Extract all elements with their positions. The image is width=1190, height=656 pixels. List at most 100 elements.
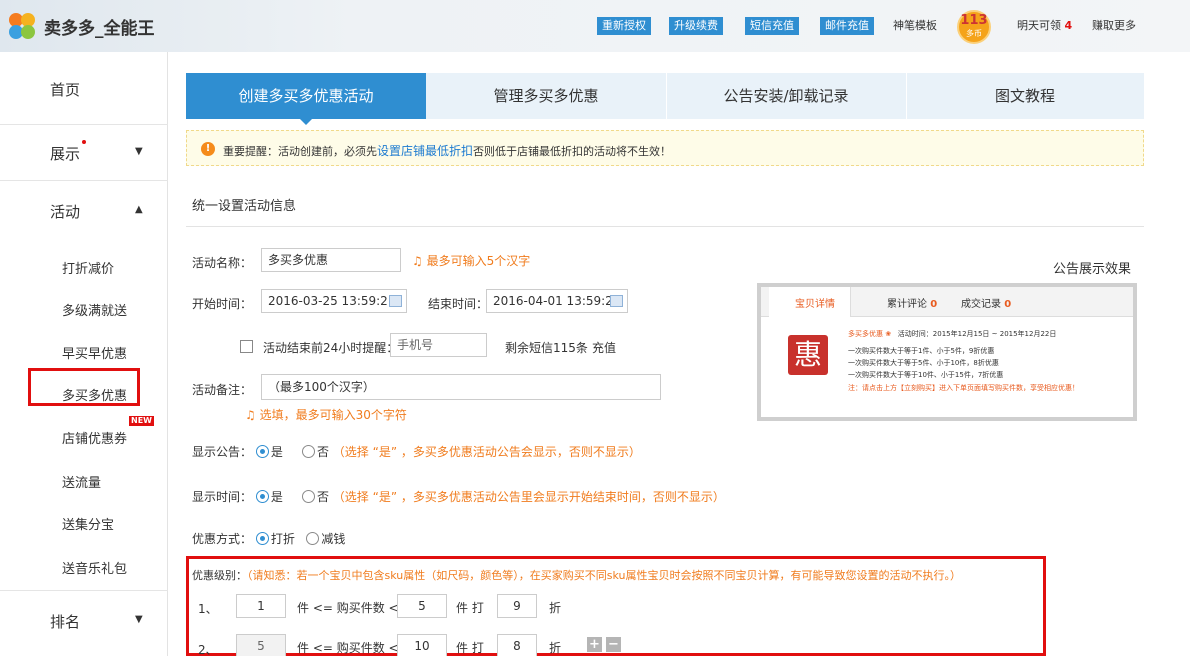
sidebar-item-ranking[interactable]: 排名 ▼	[0, 590, 168, 650]
sidebar-item-activity[interactable]: 活动 ▲	[0, 181, 168, 241]
logo-icon	[9, 13, 35, 39]
sidebar-sub-traffic[interactable]: 送流量	[62, 472, 101, 491]
minus-icon[interactable]: −	[606, 637, 621, 652]
hui-logo: 惠	[788, 335, 828, 375]
preview-tab-details: 宝贝详情	[795, 299, 835, 310]
tomorrow-claim[interactable]: 明天可领 4	[1017, 17, 1072, 35]
level-2-from-input[interactable]: 5	[236, 634, 286, 656]
bell-icon: ♫	[245, 408, 256, 422]
sidebar-sub-music[interactable]: 送音乐礼包	[62, 558, 127, 577]
show-notice-yes-radio[interactable]	[255, 445, 269, 458]
preview-title: 公告展示效果	[1053, 262, 1132, 277]
remark-hint: ♫ 选填，最多可输入30个字符	[245, 406, 407, 423]
end-time-input[interactable]: 2016-04-01 13:59:21	[486, 289, 628, 313]
show-time-no-radio[interactable]	[301, 490, 315, 503]
show-notice-hint: （选择 “是” ，多买多优惠活动公告会显示，否则不显示）	[332, 445, 641, 459]
show-time-yes-radio[interactable]	[255, 490, 269, 503]
level-1-to-input[interactable]: 5	[397, 594, 447, 618]
discount-type-row: 优惠方式： 打折 减钱	[192, 530, 345, 547]
tomorrow-count: 4	[1064, 19, 1073, 32]
gift-icon: ❀	[885, 330, 892, 338]
app-title: 卖多多_全能王	[44, 19, 155, 39]
start-label: 开始时间：	[192, 297, 253, 311]
tab-notice-records[interactable]: 公告安装/卸载记录	[666, 73, 906, 119]
sms-recharge-button[interactable]: 短信充值	[745, 17, 799, 35]
show-notice-no-radio[interactable]	[301, 445, 315, 458]
warning-icon: !	[201, 142, 215, 156]
name-hint: ♫ 最多可输入5个汉字	[412, 252, 530, 269]
notice-prefix: 重要提醒：活动创建前，必须先	[223, 145, 377, 158]
preview-activity-name: 多买多优惠	[848, 330, 883, 338]
discount-type-label: 优惠方式：	[192, 532, 253, 546]
no-label: 否	[316, 445, 329, 459]
notice-banner: ! 重要提醒：活动创建前，必须先设置店铺最低折扣否则低于店铺最低折扣的活动将不生…	[186, 130, 1144, 166]
tab-create[interactable]: 创建多买多优惠活动	[186, 73, 426, 125]
chevron-up-icon: ▲	[135, 204, 143, 215]
tab-manage[interactable]: 管理多买多优惠	[426, 73, 666, 119]
notice-text: 重要提醒：活动创建前，必须先设置店铺最低折扣否则低于店铺最低折扣的活动将不生效！	[223, 142, 671, 159]
reduce-radio[interactable]	[306, 532, 320, 545]
chevron-down-icon: ▼	[135, 614, 143, 625]
plus-icon[interactable]: +	[587, 637, 602, 652]
preview-line-title: 多买多优惠 ❀ 活动时间：2015年12月15日 ~ 2015年12月22日	[848, 329, 1056, 339]
show-time-row: 显示时间： 是 否 （选择 “是” ，多买多优惠活动公告里会显示开始结束时间，否…	[192, 488, 725, 505]
min-discount-link[interactable]: 设置店铺最低折扣	[377, 144, 473, 158]
preview-tab-records: 成交记录 0	[961, 295, 1011, 310]
preview-rule-2: 一次购买件数大于等于5件、小于10件，8折优惠	[848, 359, 999, 367]
top-bar: 卖多多_全能王 重新授权 升级续费 短信充值 邮件充值 神笔模板 113 多币 …	[0, 0, 1190, 52]
level-1-zhe-label: 折	[549, 601, 562, 615]
sidebar-sub-jifenbao[interactable]: 送集分宝	[62, 514, 114, 533]
sidebar-item-display[interactable]: 展示 ▼	[0, 125, 168, 181]
level-row-title: 优惠级别：（请知悉：若一个宝贝中包含sku属性（如尺码，颜色等），在买家购买不同…	[192, 567, 961, 583]
remind-checkbox[interactable]	[240, 340, 253, 353]
notice-preview: 宝贝详情 累计评论 0 成交记录 0 惠 多买多优惠 ❀ 活动时间：2015年1…	[757, 283, 1137, 421]
recharge-link[interactable]: 充值	[592, 339, 616, 356]
discount-radio[interactable]	[255, 532, 269, 545]
email-recharge-button[interactable]: 邮件充值	[820, 17, 874, 35]
level-2-to-input[interactable]: 10	[397, 634, 447, 656]
preview-tab-records-label: 成交记录	[961, 299, 1001, 310]
sidebar: 首页 展示 ▼ 活动 ▲ 打折减价 多级满就送 早买早优惠 多买多优惠 店铺优惠…	[0, 52, 168, 656]
new-badge: NEW	[129, 416, 154, 426]
calendar-icon[interactable]	[389, 295, 402, 307]
start-time-input[interactable]: 2016-03-25 13:59:21	[261, 289, 407, 313]
level-2-hit-label: 件 打	[456, 641, 484, 655]
sidebar-item-home[interactable]: 首页	[0, 52, 168, 125]
show-notice-row: 显示公告： 是 否 （选择 “是” ，多买多优惠活动公告会显示，否则不显示）	[192, 443, 641, 460]
preview-records-count: 0	[1004, 299, 1012, 310]
show-time-label: 显示时间：	[192, 490, 253, 504]
preview-rule-1: 一次购买件数大于等于1件、小于5件，9折优惠	[848, 347, 995, 355]
discount-option-label: 打折	[270, 532, 295, 546]
upgrade-button[interactable]: 升级续费	[669, 17, 723, 35]
sidebar-sub-early-buy[interactable]: 早买早优惠	[62, 343, 127, 362]
activity-name-input[interactable]: 多买多优惠	[261, 248, 401, 272]
level-2-discount-input[interactable]: 8	[497, 634, 537, 656]
sidebar-sub-coupon[interactable]: 店铺优惠券	[62, 428, 127, 447]
tab-tutorial[interactable]: 图文教程	[906, 73, 1144, 119]
end-label: 结束时间：	[428, 297, 489, 311]
template-link[interactable]: 神笔模板	[893, 17, 937, 35]
remind-label: 活动结束前24小时提醒：	[263, 341, 399, 355]
end-time-value: 2016-04-01 13:59:21	[493, 294, 621, 308]
coin-unit: 多币	[966, 29, 982, 38]
earn-more-link[interactable]: 赚取更多	[1092, 17, 1136, 35]
yes-label: 是	[270, 445, 283, 459]
show-notice-label: 显示公告：	[192, 445, 253, 459]
coin-badge[interactable]: 113 多币	[957, 10, 991, 44]
calendar-icon[interactable]	[610, 295, 623, 307]
no-label: 否	[316, 490, 329, 504]
level-1-from-input[interactable]: 1	[236, 594, 286, 618]
level-label: 优惠级别：	[192, 569, 247, 582]
red-dot-icon	[82, 140, 86, 144]
sidebar-sub-discount[interactable]: 打折减价	[62, 258, 114, 277]
chevron-down-icon: ▼	[135, 146, 143, 157]
level-index-1: 1、	[198, 602, 218, 616]
name-label: 活动名称：	[192, 256, 253, 270]
level-1-discount-input[interactable]: 9	[497, 594, 537, 618]
sidebar-display-label: 展示	[50, 145, 81, 163]
sidebar-sub-multilevel[interactable]: 多级满就送	[62, 300, 127, 319]
remark-input[interactable]: （最多100个汉字）	[261, 374, 661, 400]
bell-icon: ♫	[412, 254, 423, 268]
phone-input[interactable]: 手机号	[390, 333, 487, 357]
reauthorize-button[interactable]: 重新授权	[597, 17, 651, 35]
